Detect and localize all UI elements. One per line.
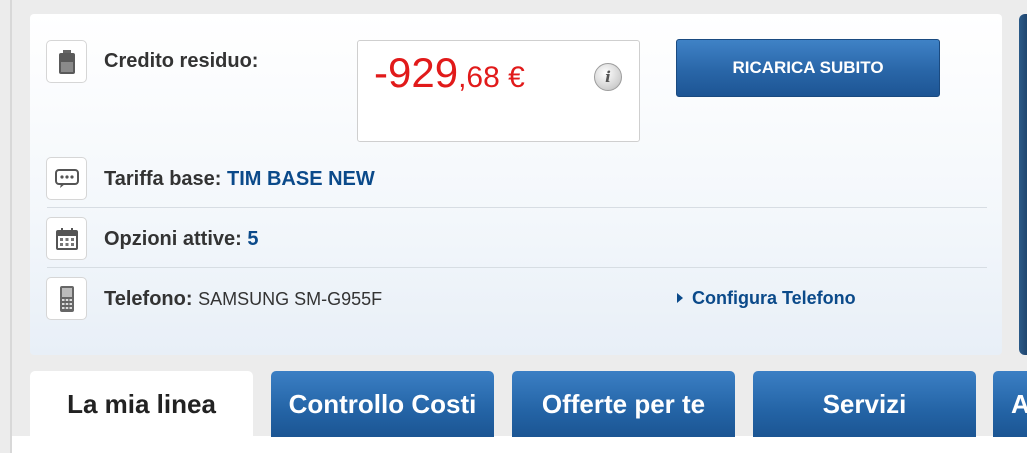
- page-left-border: [10, 0, 12, 453]
- credit-amount-integer: -929: [374, 49, 459, 96]
- info-icon[interactable]: i: [594, 63, 622, 91]
- tab-offers[interactable]: Offerte per te: [512, 371, 735, 437]
- divider: [47, 267, 987, 268]
- tab-cost-control[interactable]: Controllo Costi: [271, 371, 494, 437]
- tab-more[interactable]: A: [993, 371, 1027, 437]
- mobile-phone-icon: [46, 277, 87, 320]
- tab-my-line[interactable]: La mia linea: [30, 371, 253, 438]
- credit-amount-decimal: ,68 €: [458, 61, 525, 94]
- tariff-value: TIM BASE NEW: [227, 168, 375, 190]
- phone-row: Telefono: SAMSUNG SM-G955F: [104, 288, 382, 311]
- recharge-now-button[interactable]: RICARICA SUBITO: [676, 39, 940, 97]
- speech-bubble-icon: [46, 157, 87, 200]
- triangle-right-icon: [677, 293, 683, 303]
- options-row: Opzioni attive: 5: [104, 228, 258, 251]
- options-label: Opzioni attive:: [104, 228, 248, 250]
- main-content-area: [12, 436, 1027, 453]
- tariff-row: Tariffa base: TIM BASE NEW: [104, 168, 375, 191]
- divider: [47, 207, 987, 208]
- tab-services[interactable]: Servizi: [753, 371, 976, 437]
- configure-phone-link[interactable]: Configura Telefono: [677, 288, 856, 309]
- credit-balance-box: -929,68 € i: [357, 40, 640, 142]
- phone-label: Telefono:: [104, 288, 199, 310]
- phone-model: SAMSUNG SM-G955F: [198, 289, 383, 309]
- promo-banner-edge[interactable]: [1019, 14, 1027, 355]
- battery-icon: [46, 40, 87, 83]
- credit-label: Credito residuo:: [104, 50, 259, 72]
- tariff-label: Tariffa base:: [104, 168, 227, 190]
- credit-amount: -929,68 €: [374, 49, 525, 97]
- options-value[interactable]: 5: [247, 228, 258, 250]
- configure-phone-label: Configura Telefono: [692, 288, 856, 308]
- calendar-icon: [46, 217, 87, 260]
